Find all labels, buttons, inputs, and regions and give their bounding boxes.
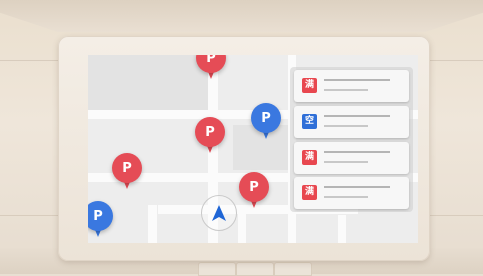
parking-pin-full[interactable]: P: [196, 55, 226, 83]
parking-pin-empty[interactable]: P: [88, 201, 113, 241]
parking-p-icon: P: [195, 117, 225, 147]
status-badge: 满: [302, 78, 317, 93]
parking-p-icon: P: [196, 55, 226, 73]
dashboard-top-panel: [0, 0, 483, 32]
status-badge: 满: [302, 150, 317, 165]
parking-p-icon: P: [251, 103, 281, 133]
item-title-placeholder: [324, 79, 390, 81]
item-subtitle-placeholder: [324, 196, 368, 198]
item-title-placeholder: [324, 151, 390, 153]
parking-list-panel: 满 空 满 满: [290, 67, 413, 212]
parking-pin-full[interactable]: P: [239, 172, 269, 212]
dashboard-trim-line: [430, 60, 483, 61]
map-road: [148, 205, 157, 243]
navigation-arrow-glyph: [212, 205, 226, 221]
parking-p-icon: P: [112, 153, 142, 183]
parking-pin-full[interactable]: P: [112, 153, 142, 193]
status-badge: 满: [302, 185, 317, 200]
parking-pin-empty[interactable]: P: [251, 103, 281, 143]
parking-list-item[interactable]: 空: [294, 106, 409, 138]
parking-p-icon: P: [239, 172, 269, 202]
parking-list-item[interactable]: 满: [294, 177, 409, 209]
navigation-arrow-icon[interactable]: [201, 195, 237, 231]
dashboard-trim-line: [430, 215, 483, 216]
parking-p-icon: P: [88, 201, 113, 231]
item-title-placeholder: [324, 115, 390, 117]
map-block: [88, 55, 208, 110]
dashboard-trim-line: [0, 215, 58, 216]
map-road: [338, 215, 346, 243]
item-subtitle-placeholder: [324, 161, 368, 163]
status-badge: 空: [302, 114, 317, 129]
parking-list-item[interactable]: 满: [294, 70, 409, 102]
item-title-placeholder: [324, 186, 390, 188]
item-subtitle-placeholder: [324, 89, 368, 91]
item-subtitle-placeholder: [324, 125, 368, 127]
parking-list-item[interactable]: 满: [294, 142, 409, 174]
dashboard-trim-line: [0, 60, 58, 61]
parking-pin-full[interactable]: P: [195, 117, 225, 157]
